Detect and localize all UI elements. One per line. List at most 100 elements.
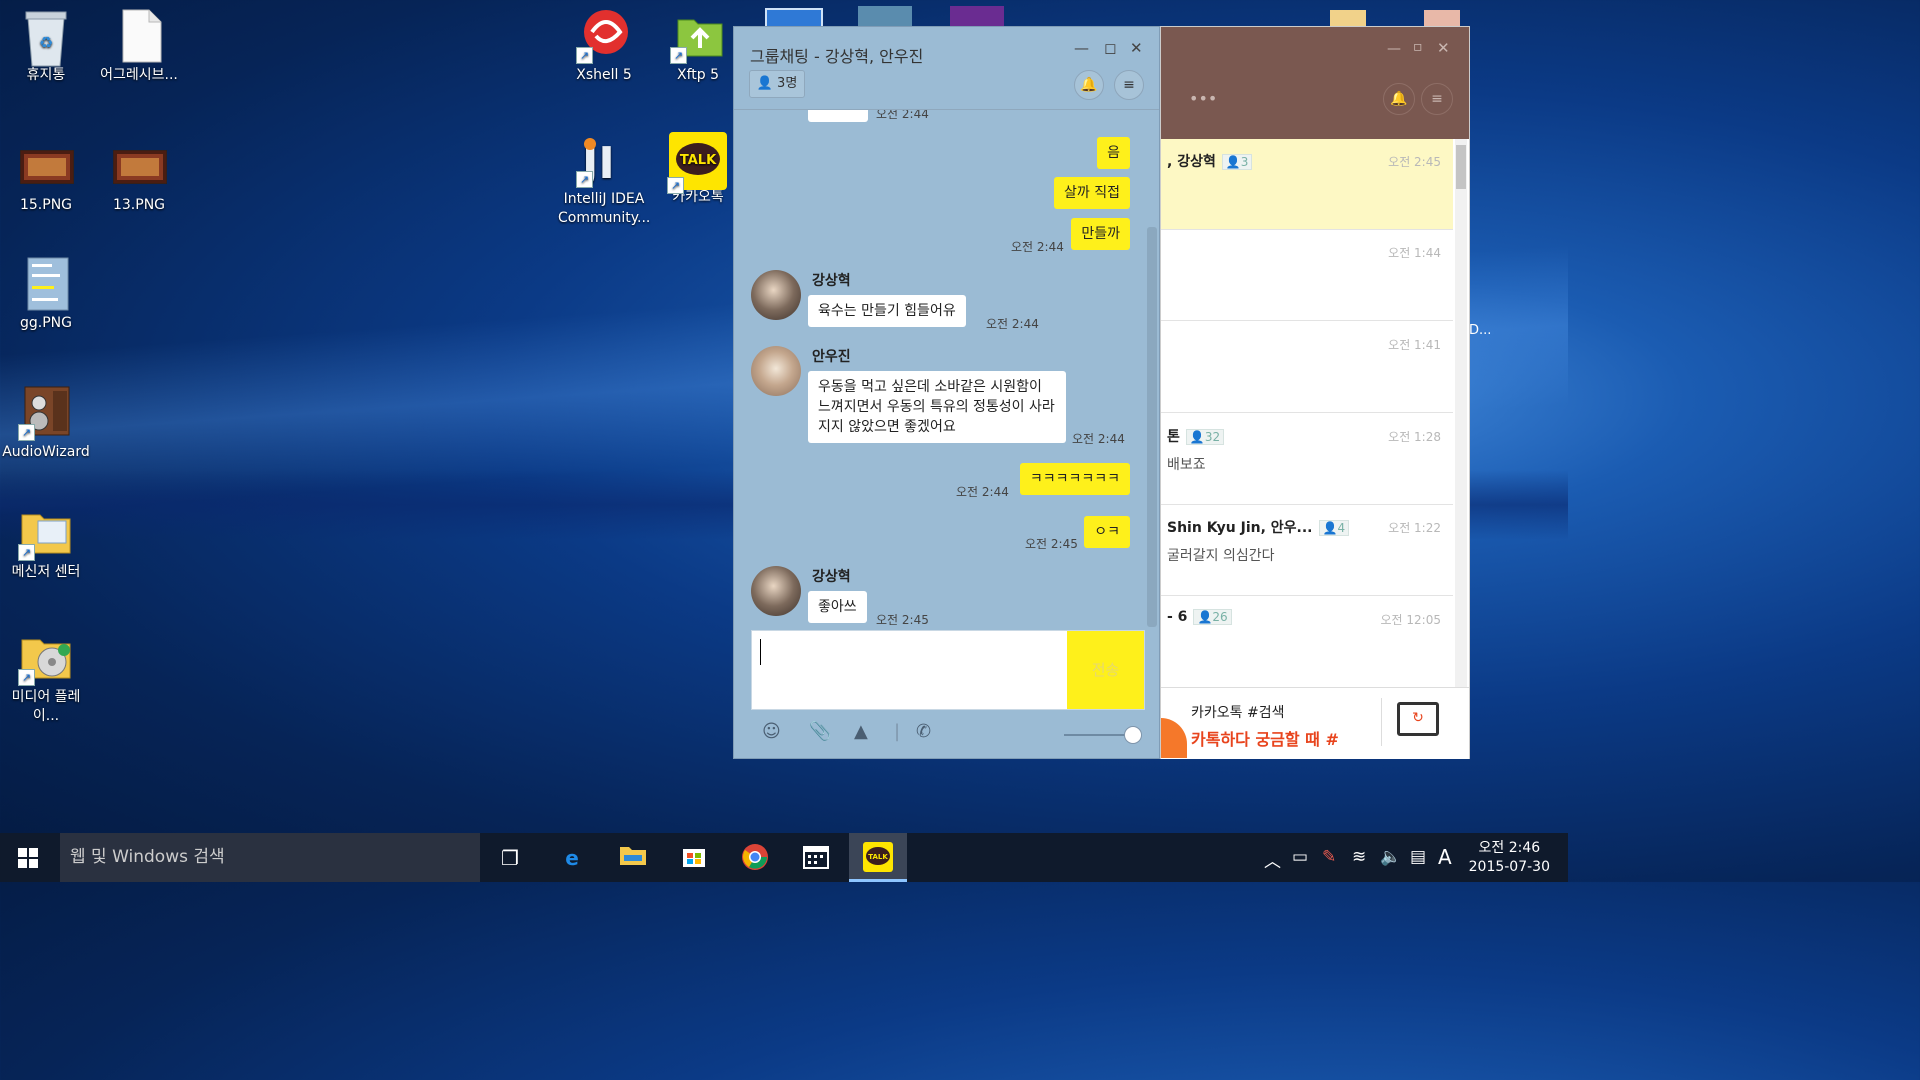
desktop-icon-xftp[interactable]: ↗ Xftp 5 [652,8,744,85]
kakaotalk-taskbar-active[interactable]: TALK [849,833,907,882]
avatar[interactable] [751,566,801,616]
action-center-icon[interactable]: ▤ [1410,847,1426,867]
desktop-icon-xshell[interactable]: ↗ Xshell 5 [558,8,650,85]
text-caret [760,639,761,665]
message-bubble [808,110,868,122]
message-bubble: 우동을 먹고 싶은데 소바같은 시원함이 느껴지면서 우동의 특유의 정통성이 … [808,371,1066,443]
menu-icon[interactable]: ≡ [1421,83,1453,115]
chat-list-item[interactable]: 오전 1:41 [1161,322,1453,413]
chrome-icon[interactable] [740,843,770,873]
message-time: 오전 2:44 [1072,432,1125,446]
send-button[interactable]: 전송 [1067,631,1144,709]
maximize-button[interactable]: ▫ [1413,39,1423,55]
desktop-icon-media-player[interactable]: ↗ 미디어 플레이... [0,630,92,726]
message-input[interactable]: 전송 [751,630,1145,710]
shortcut-arrow-icon: ↗ [18,544,35,561]
message-time: 오전 2:44 [956,485,1009,499]
attach-file-icon[interactable]: 📎 [809,721,831,742]
store-icon[interactable] [679,843,709,873]
desktop-icon-15png[interactable]: 15.PNG [0,149,92,215]
close-button[interactable]: ✕ [1437,39,1450,57]
kakaotalk-icon: TALK ↗ [667,132,727,194]
phone-icon[interactable]: ✆ [916,721,931,742]
image-file-icon [20,256,72,311]
desktop-icon-label: 어그레시브... [100,67,178,83]
chat-list-time: 오전 1:28 [1388,430,1441,444]
emoticon-icon[interactable]: ☺ [762,721,781,742]
image-icon[interactable]: ▲ [854,721,868,742]
bell-icon[interactable]: 🔔 [1383,83,1415,115]
chat-list-item[interactable]: - 6 👤26 오전 12:05 [1161,597,1453,688]
shortcut-arrow-icon: ↗ [18,669,35,686]
shortcut-arrow-icon: ↗ [667,177,684,194]
hidden-desktop-icon[interactable] [950,6,1004,26]
windows-start-icon[interactable] [18,848,38,868]
desktop-icon-ggpng[interactable]: gg.PNG [0,256,92,333]
hidden-desktop-icon[interactable] [858,6,912,26]
chat-list-item[interactable]: , 강상혁 👤3 오전 2:45 [1161,139,1453,230]
member-count-button[interactable]: 👤 3명 [749,70,805,98]
desktop-icon-messenger-center[interactable]: ↗ 메신저 센터 [0,505,92,582]
desktop-icon-label: 13.PNG [112,197,166,213]
hidden-desktop-icon[interactable] [765,8,823,28]
desktop-icon-label: 메신저 센터 [11,564,81,580]
taskbar: 웹 및 Windows 검색 ❐ e TALK ︿ ▭ ✎ ≋ 🔈 ▤ A 오전… [0,833,1568,882]
desktop-icon-intellij[interactable]: JI ↗ IntelliJ IDEA Community... [558,132,650,228]
shortcut-arrow-icon: ↗ [576,47,593,64]
message-bubble: 좋아쓰 [808,591,867,623]
edge-browser-icon[interactable]: e [557,843,587,873]
clock[interactable]: 오전 2:46 2015-07-30 [1469,839,1550,877]
task-view-icon[interactable]: ❐ [495,843,525,873]
chat-list-time: 오전 2:45 [1388,155,1441,169]
folder-icon: ↗ [18,505,72,561]
chevron-up-icon[interactable]: ︿ [1264,847,1281,872]
message-time: 오전 2:44 [876,110,929,121]
message-time: 오전 2:44 [1011,240,1064,254]
pc-screen-icon[interactable]: ↻ [1397,702,1439,736]
message-time: 오전 2:45 [1025,537,1078,551]
document-icon [113,8,165,63]
desktop-icon-audiowizard[interactable]: ↗ AudioWizard [0,385,92,462]
chat-list-name: Shin Kyu Jin, 안우... [1167,520,1313,536]
avatar[interactable] [751,270,801,320]
minimize-button[interactable]: — [1074,39,1089,57]
app-tray-icon[interactable]: ✎ [1322,847,1336,867]
desktop-icon-kakaotalk[interactable]: TALK ↗ 카카오톡 [652,132,744,207]
message-bubble: 음 [1097,137,1130,169]
clock-date: 2015-07-30 [1468,859,1550,875]
minimize-button[interactable]: — [1387,41,1401,57]
scrollbar[interactable] [1455,139,1467,687]
message-list[interactable]: 오전 2:44 음 살까 직접 만들까 오전 2:44 강상혁 육수는 만들기 … [734,110,1146,630]
chat-list-item[interactable]: Shin Kyu Jin, 안우... 👤4 오전 1:22 굴러갈지 의심간다 [1161,505,1453,596]
message-bubble: 만들까 [1071,218,1130,250]
wifi-icon[interactable]: ≋ [1352,847,1366,867]
volume-icon[interactable]: 🔈 [1380,847,1401,867]
hidden-desktop-icon[interactable] [1424,10,1460,26]
ad-banner[interactable]: 카카오톡 #검색 카톡하다 궁금할 때 # ↻ [1161,687,1469,759]
scrollbar-thumb[interactable] [1456,145,1466,189]
transparency-slider[interactable] [1064,734,1132,736]
media-folder-icon: ↗ [18,630,72,686]
notification-bell-icon[interactable]: 🔔 [1074,70,1104,100]
file-explorer-icon[interactable] [618,843,648,873]
calendar-icon[interactable] [801,843,831,873]
slider-knob[interactable] [1124,726,1142,744]
scrollbar[interactable] [1147,227,1157,627]
member-count-badge: 👤32 [1185,429,1225,445]
battery-icon[interactable]: ▭ [1292,847,1308,867]
more-dots[interactable]: ••• [1189,89,1217,108]
image-file-icon [19,149,75,190]
desktop-icon-recycle-bin[interactable]: ♻ 휴지통 [0,8,92,85]
desktop-icon-13png[interactable]: 13.PNG [93,149,185,215]
chat-list-item[interactable]: 오전 1:44 [1161,230,1453,321]
close-button[interactable]: ✕ [1130,39,1143,57]
chat-list-item[interactable]: 톤 👤32 오전 1:28 배보죠 [1161,414,1453,505]
search-box[interactable]: 웹 및 Windows 검색 [60,833,480,882]
hidden-desktop-icon[interactable] [1330,10,1366,26]
avatar[interactable] [751,346,801,396]
ime-indicator[interactable]: A [1438,845,1452,869]
message-bubble: 육수는 만들기 힘들어유 [808,295,966,327]
maximize-button[interactable]: ◻ [1104,39,1116,57]
menu-icon[interactable]: ≡ [1114,70,1144,100]
desktop-icon-document[interactable]: 어그레시브... [93,8,185,85]
